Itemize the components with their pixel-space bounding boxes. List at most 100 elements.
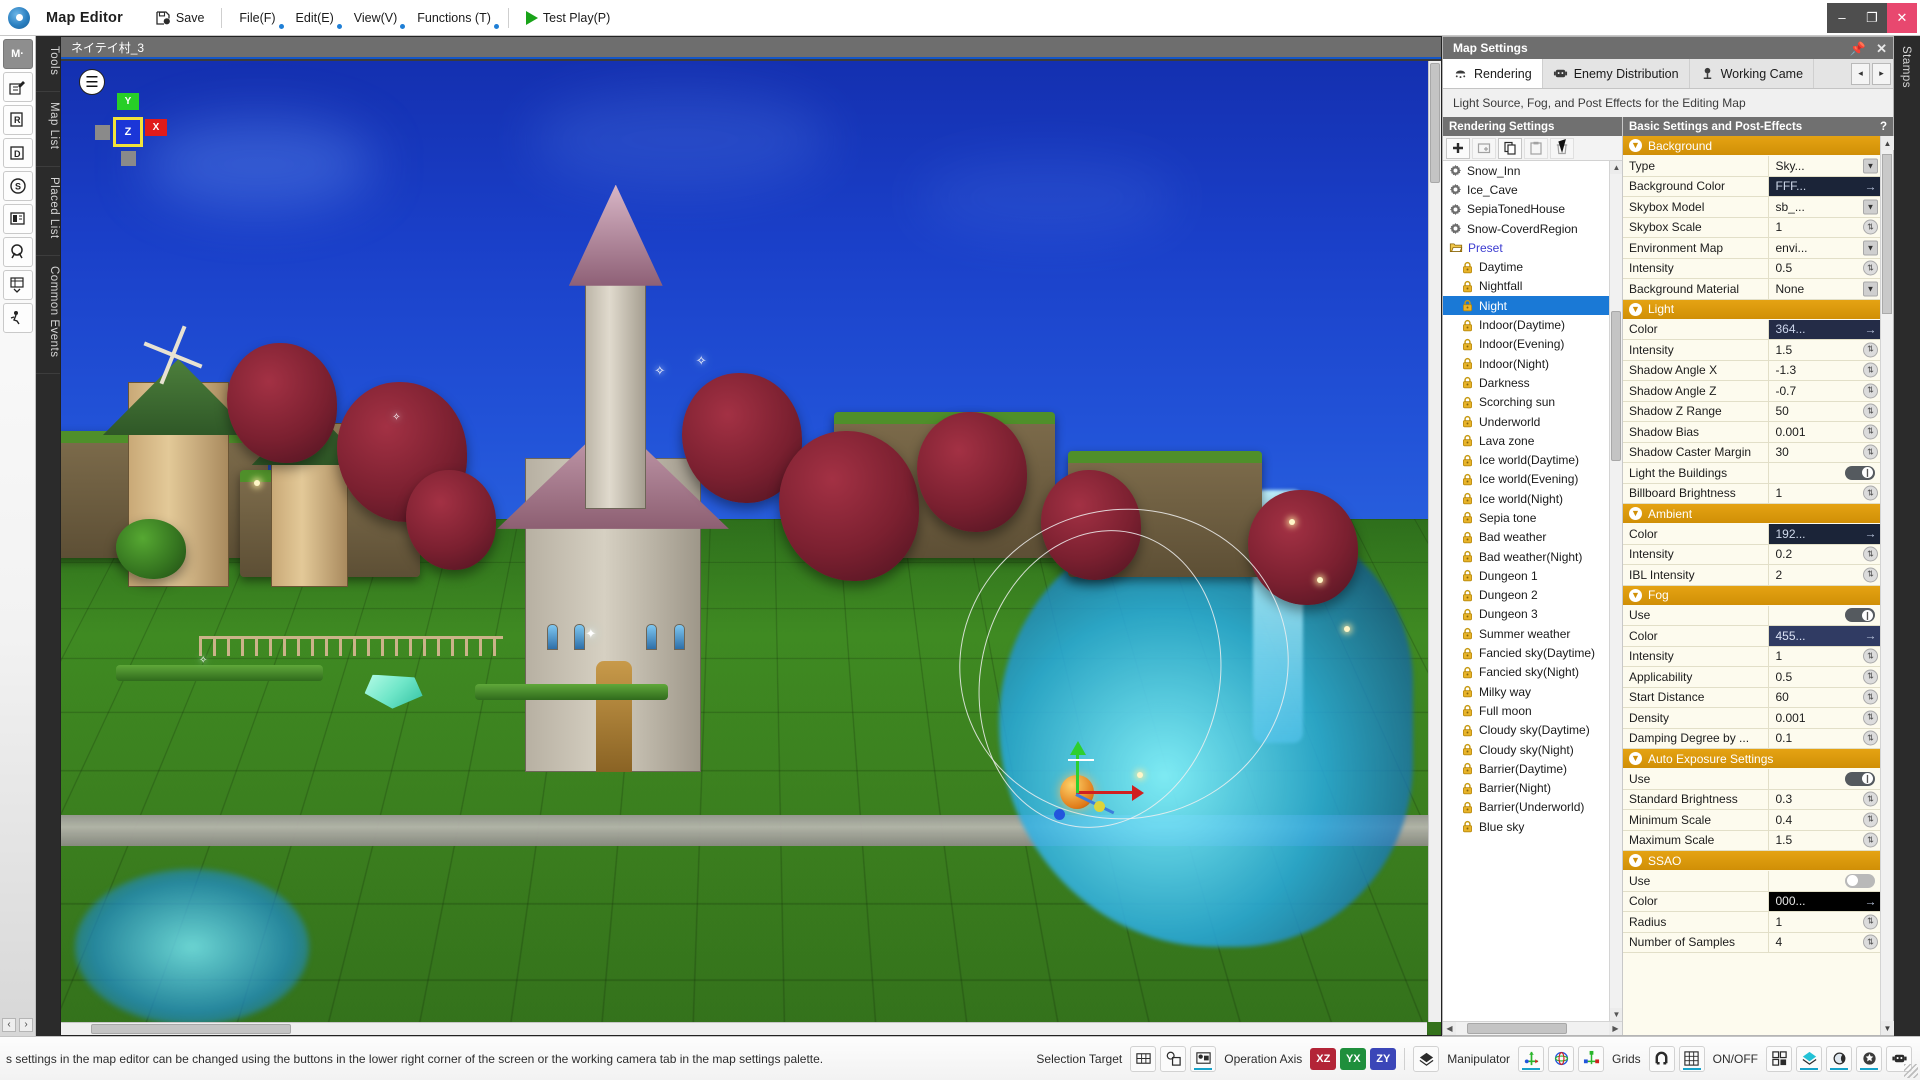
property-value[interactable]: 455... → xyxy=(1769,626,1880,646)
properties-vertical-scrollbar[interactable]: ▲ ▼ xyxy=(1880,136,1894,1035)
property-value[interactable]: envi... ▼ xyxy=(1769,238,1880,258)
menu-view[interactable]: View(V) xyxy=(344,5,408,31)
viewport-horizontal-scrollbar[interactable] xyxy=(61,1022,1427,1035)
tree-item[interactable]: Indoor(Evening) xyxy=(1443,335,1622,354)
select-tiles-icon[interactable] xyxy=(1130,1045,1157,1072)
region-icon[interactable]: R xyxy=(2,105,33,135)
fog-display-icon[interactable] xyxy=(1796,1045,1822,1072)
vtab-common-events[interactable]: Common Events xyxy=(36,256,60,375)
props-scroll-up-arrow[interactable]: ▲ xyxy=(1881,136,1894,150)
toggle-switch[interactable]: ❙ xyxy=(1845,608,1875,623)
tab-enemy-distribution[interactable]: Enemy Distribution xyxy=(1542,59,1690,88)
tab-scroll-next-button[interactable]: ▸ xyxy=(1872,62,1891,85)
axis-orientation-gizmo[interactable]: Y X Z xyxy=(93,93,169,169)
property-value[interactable]: 0.3 ⇅ xyxy=(1769,789,1880,809)
toggle-switch[interactable]: ❙ xyxy=(1845,465,1875,480)
chevron-down-icon[interactable]: ▼ xyxy=(1863,240,1878,256)
tree-item[interactable]: Ice world(Night) xyxy=(1443,489,1622,508)
property-value[interactable]: -0.7 ⇅ xyxy=(1769,381,1880,401)
hamburger-menu-icon[interactable]: ☰ xyxy=(79,69,105,95)
menu-edit[interactable]: Edit(E) xyxy=(286,5,344,31)
menu-functions[interactable]: Functions (T) xyxy=(407,5,501,31)
axis-x-label[interactable]: X xyxy=(145,119,167,136)
stamps-tab[interactable]: Stamps xyxy=(1900,36,1912,88)
map-viewport[interactable]: ネイテイ村_3 ✦ ✧ ✧ ✧ ✧ ☰ Y X Z xyxy=(60,36,1442,1036)
tree-item[interactable]: Preset xyxy=(1443,238,1622,257)
select-objects-icon[interactable] xyxy=(1160,1045,1187,1072)
tree-item[interactable]: Indoor(Night) xyxy=(1443,354,1622,373)
spinner-icon[interactable]: ⇅ xyxy=(1863,730,1878,746)
property-value[interactable]: sb_... ▼ xyxy=(1769,197,1880,217)
spinner-icon[interactable]: ⇅ xyxy=(1863,832,1878,848)
viewport-map-tab[interactable]: ネイテイ村_3 xyxy=(71,39,144,56)
tree-item[interactable]: Indoor(Daytime) xyxy=(1443,315,1622,334)
axis-yx-button[interactable]: YX xyxy=(1340,1047,1367,1070)
property-value[interactable]: 1.5 ⇅ xyxy=(1769,830,1880,850)
system-icon[interactable]: S xyxy=(2,171,33,201)
tree-item[interactable]: Milky way xyxy=(1443,682,1622,701)
tree-item[interactable]: Dungeon 2 xyxy=(1443,586,1622,605)
spinner-icon[interactable]: ⇅ xyxy=(1863,567,1878,583)
tree-item[interactable]: Cloudy sky(Night) xyxy=(1443,740,1622,759)
property-value[interactable]: Sky... ▼ xyxy=(1769,156,1880,176)
tree-item[interactable]: SepiaTonedHouse xyxy=(1443,200,1622,219)
arrow-right-icon[interactable]: → xyxy=(1863,628,1878,643)
tree-item[interactable]: Ice world(Evening) xyxy=(1443,470,1622,489)
property-value[interactable]: 60 ⇅ xyxy=(1769,687,1880,707)
vtab-tools[interactable]: Tools xyxy=(36,36,60,93)
chevron-down-icon[interactable]: ▼ xyxy=(1863,199,1878,215)
tree-item[interactable]: Snow-CoverdRegion xyxy=(1443,219,1622,238)
vtab-map-list[interactable]: Map List xyxy=(36,92,60,167)
spinner-icon[interactable]: ⇅ xyxy=(1863,424,1878,440)
search-object-icon[interactable] xyxy=(2,237,33,267)
spinner-icon[interactable]: ⇅ xyxy=(1863,791,1878,807)
property-value[interactable]: 0.001 ⇅ xyxy=(1769,708,1880,728)
map-toggle-icon[interactable]: M· xyxy=(2,39,33,69)
transform-gizmo[interactable] xyxy=(1052,740,1172,853)
property-group-header[interactable]: ▼ Light xyxy=(1623,299,1880,320)
property-value[interactable]: 30 ⇅ xyxy=(1769,442,1880,462)
pin-icon[interactable]: 📌 xyxy=(1850,42,1866,55)
property-value[interactable]: 0.5 ⇅ xyxy=(1769,667,1880,687)
tree-item[interactable]: Dungeon 1 xyxy=(1443,566,1622,585)
database-icon[interactable]: D xyxy=(2,138,33,168)
tree-item[interactable]: Nightfall xyxy=(1443,277,1622,296)
magnet-icon[interactable] xyxy=(1648,1045,1675,1072)
spinner-icon[interactable]: ⇅ xyxy=(1863,648,1878,664)
property-value[interactable]: FFF... → xyxy=(1769,176,1880,196)
properties-list[interactable]: ▼ Background Type Sky... ▼ Background Color FF… xyxy=(1623,136,1880,1035)
help-button[interactable]: ? xyxy=(1880,121,1887,133)
props-vscroll-thumb[interactable] xyxy=(1882,154,1892,314)
map-edit-icon[interactable] xyxy=(2,72,33,102)
property-value[interactable]: ❙ xyxy=(1769,463,1880,483)
property-group-header[interactable]: ▼ Fog xyxy=(1623,585,1880,606)
tree-scroll-left-arrow[interactable]: ◀ xyxy=(1443,1022,1456,1035)
spinner-icon[interactable]: ⇅ xyxy=(1863,219,1878,235)
axis-neg-y-handle[interactable] xyxy=(121,151,136,166)
spinner-icon[interactable]: ⇅ xyxy=(1863,383,1878,399)
tree-item[interactable]: Summer weather xyxy=(1443,624,1622,643)
tree-item[interactable]: Bad weather(Night) xyxy=(1443,547,1622,566)
tree-vertical-scrollbar[interactable]: ▲ ▼ xyxy=(1609,161,1622,1021)
rail-scroll-left-button[interactable]: ‹ xyxy=(2,1018,16,1032)
tree-scroll-up-arrow[interactable]: ▲ xyxy=(1610,161,1622,174)
gizmo-axis-x[interactable] xyxy=(1075,790,1134,794)
tree-item[interactable]: Cloudy sky(Daytime) xyxy=(1443,721,1622,740)
property-value[interactable]: 0.5 ⇅ xyxy=(1769,258,1880,278)
property-value[interactable]: 1 ⇅ xyxy=(1769,483,1880,503)
map-3d-canvas[interactable]: ✦ ✧ ✧ ✧ ✧ ☰ Y X Z xyxy=(61,61,1441,1035)
spinner-icon[interactable]: ⇅ xyxy=(1863,812,1878,828)
night-display-icon[interactable] xyxy=(1826,1045,1852,1072)
arrow-right-icon[interactable]: → xyxy=(1863,179,1878,194)
property-value[interactable]: -1.3 ⇅ xyxy=(1769,360,1880,380)
tree-item[interactable]: Barrier(Daytime) xyxy=(1443,759,1622,778)
arrow-right-icon[interactable]: → xyxy=(1863,526,1878,541)
tileset-icon[interactable] xyxy=(2,270,33,300)
viewport-vertical-scrollbar[interactable] xyxy=(1428,61,1441,1022)
property-value[interactable]: None ▼ xyxy=(1769,279,1880,299)
property-value[interactable]: 0.001 ⇅ xyxy=(1769,422,1880,442)
tree-vscroll-thumb[interactable] xyxy=(1611,311,1621,461)
maximize-button[interactable]: ❐ xyxy=(1857,2,1887,33)
effects-display-icon[interactable] xyxy=(1856,1045,1882,1072)
minimize-button[interactable]: – xyxy=(1827,2,1857,33)
